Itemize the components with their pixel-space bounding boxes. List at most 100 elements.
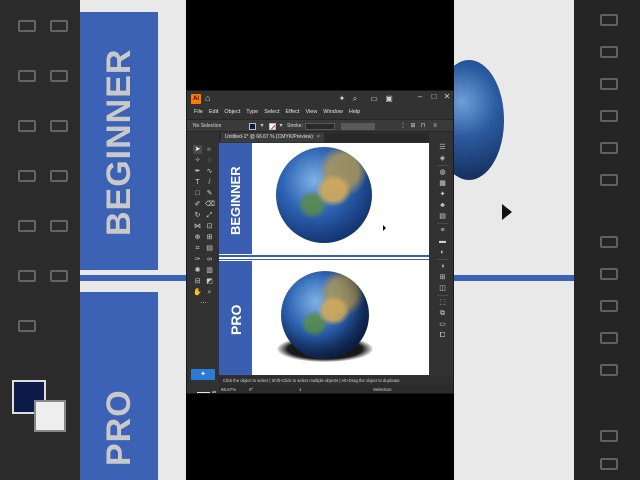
align-icon[interactable]: ⋮ (399, 122, 407, 130)
background-tool-icon (50, 20, 68, 32)
stroke-dropdown-icon[interactable]: ▾ (277, 122, 285, 130)
current-tool-status[interactable]: Selection (373, 386, 392, 393)
shaper-tool-icon[interactable]: ✐ (193, 200, 202, 209)
appearance-icon[interactable]: ◑ (438, 262, 447, 271)
swap-colors-icon[interactable]: ⇄ (211, 390, 217, 393)
background-tool-icon (50, 270, 68, 282)
selection-status: No Selection (193, 123, 222, 129)
close-icon[interactable]: ✕ (442, 92, 452, 102)
menu-effect[interactable]: Effect (283, 107, 303, 118)
eraser-tool-icon[interactable]: ⌫ (205, 200, 215, 209)
scale-tool-icon[interactable]: ⤢ (205, 211, 214, 220)
libraries-icon[interactable]: ⧉ (438, 309, 447, 318)
curvature-tool-icon[interactable]: ∿ (205, 167, 214, 176)
maximize-icon[interactable]: □ (429, 92, 439, 102)
edit-toolbar-icon[interactable]: ⋯ (199, 299, 208, 308)
background-panel-icon (600, 458, 618, 470)
gradient-panel-icon[interactable]: ▬ (438, 237, 447, 246)
transform-panel-icon[interactable]: ⬚ (438, 298, 447, 307)
graphic-styles-icon[interactable]: ▤ (438, 212, 447, 221)
color-panel-icon[interactable]: ◍ (438, 168, 447, 177)
transparency-icon[interactable]: ◐ (438, 248, 447, 257)
menu-help[interactable]: Help (346, 107, 363, 118)
symbol-sprayer-tool-icon[interactable]: ✺ (193, 266, 202, 275)
artboard-number[interactable]: 1 (299, 386, 302, 393)
graph-tool-icon[interactable]: ▥ (205, 266, 214, 275)
rectangle-tool-icon[interactable]: □ (193, 189, 202, 198)
rotation-value[interactable]: 0° (249, 386, 253, 393)
mesh-tool-icon[interactable]: ⌗ (193, 244, 202, 253)
background-panel-icon (600, 364, 618, 376)
isolate-icon[interactable]: ⊓ (419, 122, 427, 130)
free-transform-tool-icon[interactable]: ⊡ (205, 222, 214, 231)
menu-select[interactable]: Select (261, 107, 282, 118)
layers-icon[interactable]: ◈ (438, 154, 447, 163)
menu-bar: File Edit Object Type Select Effect View… (187, 107, 453, 118)
panel-menu-icon[interactable]: ≡ (431, 122, 439, 130)
title-bar: Ai ⌂ ✦ ⌕ ▭ ▣ – □ ✕ (187, 91, 453, 107)
background-left-zoom: BEGINNER PRO (0, 0, 186, 480)
stroke-weight-field[interactable] (305, 123, 335, 130)
artboard[interactable]: BEGINNER PRO (219, 143, 429, 375)
document-tab-title: Untitled-1* @ 66.67 % (CMYK/Preview) (225, 134, 313, 140)
menu-window[interactable]: Window (320, 107, 346, 118)
brushes-icon[interactable]: ✦ (438, 190, 447, 199)
shape-builder-tool-icon[interactable]: ⊕ (193, 233, 202, 242)
stroke-label: Stroke: (287, 123, 303, 129)
pen-tool-icon[interactable]: ✒ (193, 167, 202, 176)
search-icon[interactable]: ⌕ (350, 94, 360, 103)
menu-view[interactable]: View (302, 107, 320, 118)
background-tool-icon (18, 70, 36, 82)
document-tab[interactable]: Untitled-1* @ 66.67 % (CMYK/Preview) × (221, 133, 324, 142)
style-dropdown[interactable] (341, 123, 375, 130)
selection-tool-icon[interactable]: ➤ (193, 145, 202, 154)
background-tool-icon (50, 70, 68, 82)
line-tool-icon[interactable]: / (205, 178, 214, 187)
eyedropper-tool-icon[interactable]: ✑ (193, 255, 202, 264)
globe-flat-image[interactable] (276, 147, 372, 243)
menu-type[interactable]: Type (243, 107, 261, 118)
canvas[interactable]: BEGINNER PRO (219, 143, 429, 375)
zoom-level[interactable]: 66.67% (221, 386, 236, 393)
pathfinder-icon[interactable]: ◫ (438, 284, 447, 293)
fill-color-swatch[interactable] (249, 123, 256, 130)
zoom-tool-icon[interactable]: ⌕ (205, 288, 214, 297)
workspace-icon[interactable]: ▣ (384, 94, 394, 103)
blend-tool-icon[interactable]: ∞ (205, 255, 214, 264)
slice-tool-icon[interactable]: ◩ (205, 277, 214, 286)
width-tool-icon[interactable]: ⋈ (193, 222, 202, 231)
artboards-panel-icon[interactable]: ▭ (438, 320, 447, 329)
swatches-icon[interactable]: ▦ (438, 179, 447, 188)
arrange-documents-icon[interactable]: ▭ (369, 94, 379, 103)
menu-file[interactable]: File (191, 107, 206, 118)
menu-edit[interactable]: Edit (206, 107, 221, 118)
background-stroke-swatch (34, 400, 66, 432)
hand-tool-icon[interactable]: ✋ (193, 288, 202, 297)
share-icon[interactable]: ✦ (337, 94, 347, 103)
artboard-tool-icon[interactable]: ⊟ (193, 277, 202, 286)
fill-dropdown-icon[interactable]: ▾ (258, 122, 266, 130)
globe-3d-image[interactable] (281, 271, 369, 359)
lasso-tool-icon[interactable]: ◌ (205, 156, 214, 165)
align-panel-icon[interactable]: ⊞ (438, 273, 447, 282)
type-tool-icon[interactable]: T (193, 178, 202, 187)
properties-icon[interactable]: ☰ (438, 143, 447, 152)
paintbrush-tool-icon[interactable]: ✎ (205, 189, 214, 198)
gradient-tool-icon[interactable]: ▤ (205, 244, 214, 253)
home-icon[interactable]: ⌂ (205, 94, 214, 103)
stroke-panel-icon[interactable]: ≡ (438, 226, 447, 235)
links-icon[interactable]: ⧠ (438, 331, 447, 340)
direct-selection-tool-icon[interactable]: ▹ (205, 145, 214, 154)
fill-swatch-large[interactable] (197, 392, 210, 393)
stroke-color-swatch[interactable] (269, 123, 276, 130)
menu-object[interactable]: Object (221, 107, 243, 118)
background-panel-icon (600, 430, 618, 442)
perspective-grid-tool-icon[interactable]: ⊞ (205, 233, 214, 242)
magic-wand-tool-icon[interactable]: ✧ (193, 156, 202, 165)
minimize-icon[interactable]: – (415, 92, 425, 102)
symbols-icon[interactable]: ♣ (438, 201, 447, 210)
tab-close-icon[interactable]: × (317, 134, 320, 140)
rotate-tool-icon[interactable]: ↻ (193, 211, 202, 220)
contextual-task-bar-button[interactable]: ✦ (191, 369, 215, 380)
transform-icon[interactable]: ⊞ (409, 122, 417, 130)
